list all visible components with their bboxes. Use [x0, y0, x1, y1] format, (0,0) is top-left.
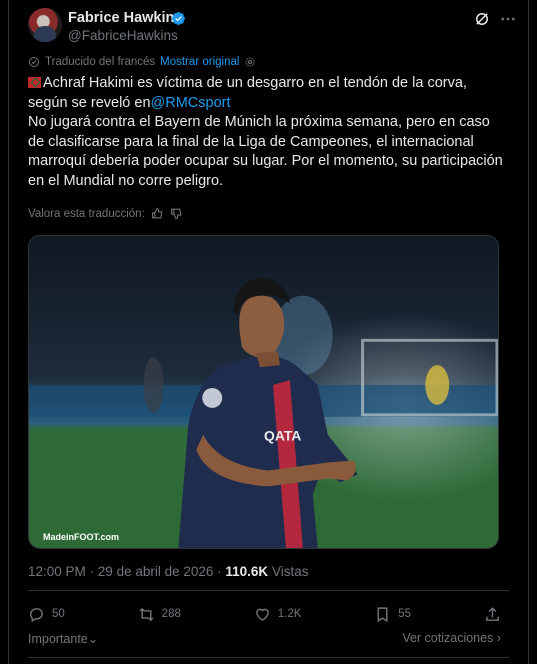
chevron-right-icon: ›	[496, 631, 501, 645]
heart-icon	[255, 608, 269, 621]
thumbs-down-icon[interactable]	[170, 207, 183, 220]
tweet-line-2: según se reveló en	[28, 94, 151, 111]
share-icon	[486, 606, 499, 621]
tweet-paragraph-2: No jugará contra el Bayern de Múnich la …	[28, 114, 503, 189]
like-button[interactable]: 1.2K	[254, 606, 302, 623]
tweet-text: Achraf Hakimi es víctima de un desgarro …	[28, 74, 508, 191]
repost-icon	[139, 607, 154, 621]
tweet-time[interactable]: 12:00 PM	[28, 564, 86, 579]
views-count: 110.6K	[225, 564, 269, 579]
divider-bottom	[28, 657, 509, 658]
bookmark-count: 55	[398, 608, 412, 620]
bookmark-icon	[377, 606, 388, 622]
views-label: Vistas	[271, 564, 309, 579]
repost-button[interactable]: 288	[138, 606, 181, 623]
photo-watermark: MadeinFOOT.com	[43, 532, 120, 542]
tweet-photo[interactable]: QATA MadeinFOOT.com	[28, 235, 499, 549]
divider	[28, 590, 509, 591]
translate-icon	[29, 57, 39, 67]
photo-image: QATA	[29, 236, 498, 548]
avatar[interactable]	[28, 8, 62, 42]
settings-icon[interactable]	[244, 56, 256, 68]
share-button[interactable]	[484, 606, 501, 623]
chevron-down-icon: ⌄	[87, 632, 99, 646]
tweet-meta: 12:00 PM · 29 de abril de 2026 · 110.6K …	[28, 564, 309, 579]
view-quotes-link[interactable]: Ver cotizaciones ›	[402, 631, 501, 646]
reply-count: 50	[52, 608, 65, 620]
bookmark-button[interactable]: 55	[374, 606, 411, 623]
more-options-icon[interactable]	[499, 10, 517, 28]
reply-button[interactable]: 50	[28, 606, 65, 623]
translated-label: Traducido del francés	[45, 56, 156, 68]
mention-link[interactable]: @RMCsport	[151, 95, 231, 111]
author-handle[interactable]: @FabriceHawkins	[68, 28, 178, 43]
view-quotes-label: Ver cotizaciones	[402, 631, 494, 645]
tweet-line-1: Achraf Hakimi es víctima de un desgarro …	[43, 75, 467, 91]
grok-icon[interactable]	[473, 10, 491, 28]
tweet-header: Fabrice Hawkins @FabriceHawkins	[28, 8, 517, 48]
importante-label: Importante	[28, 632, 88, 646]
tweet-date[interactable]: 29 de abril de 2026	[98, 564, 214, 579]
show-original-link[interactable]: Mostrar original	[160, 56, 239, 68]
reply-icon	[30, 607, 43, 622]
repost-count: 288	[161, 608, 181, 620]
action-bar: 50 288 1.2K 55	[28, 604, 501, 624]
tweet-footer: Importante⌄ Ver cotizaciones ›	[28, 631, 501, 646]
translation-notice: Traducido del francés Mostrar original	[28, 56, 256, 68]
thumbs-up-icon[interactable]	[151, 207, 164, 220]
rate-label: Valora esta traducción:	[28, 207, 145, 220]
importante-dropdown[interactable]: Importante⌄	[28, 631, 98, 646]
rate-translation: Valora esta traducción:	[28, 207, 183, 220]
author-name[interactable]: Fabrice Hawkins	[68, 10, 182, 26]
like-count: 1.2K	[277, 608, 302, 620]
verified-badge-icon	[172, 12, 185, 25]
morocco-flag-icon	[28, 77, 41, 88]
svg-text:QATA: QATA	[264, 428, 301, 444]
